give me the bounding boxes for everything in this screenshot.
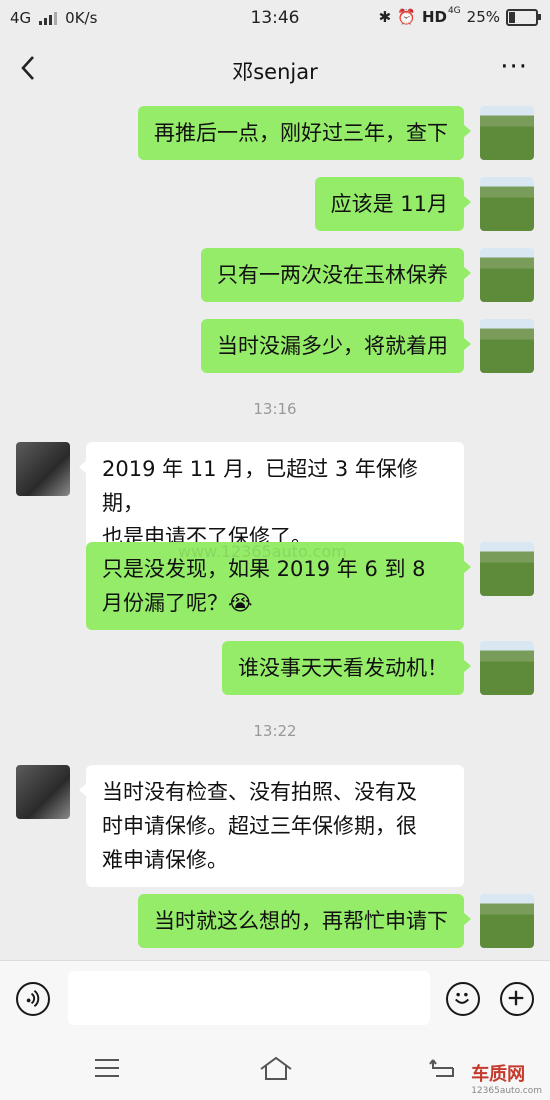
chat-header: 邓senjar ··· [0,36,550,102]
battery-icon [506,8,541,26]
status-right: ✱ ⏰ HD 4G 25% [378,6,541,26]
message-row: 当时就这么想的，再帮忙申请下 [0,894,550,950]
message-bubble[interactable]: 只有一两次没在玉林保养 [201,248,471,302]
message-row: 只是没发现，如果 2019 年 6 到 8 月份漏了呢？😭 www.12365a… [0,542,550,630]
message-line: 时申请保修。超过三年保修期，很 [102,814,417,838]
timestamp: 13:16 [253,400,297,418]
message-line: 当时没有检查、没有拍照、没有及 [102,780,417,804]
watermark-logo-text: 车质网 [471,1064,526,1085]
avatar[interactable] [480,894,534,948]
chat-title: 邓senjar [232,60,318,84]
avatar[interactable] [16,442,70,496]
message-row: 应该是 11月 [0,177,550,233]
plus-glyph [508,990,524,1006]
message-row: 当时没漏多少，将就着用 [0,319,550,375]
home-icon[interactable] [258,1054,294,1082]
message-row: 再推后一点，刚好过三年，查下 [0,106,550,162]
message-bubble[interactable]: 应该是 11月 [314,177,472,231]
timestamp: 13:22 [253,722,297,740]
emoji-glyph [455,992,470,1004]
message-bubble[interactable]: 当时没有检查、没有拍照、没有及 时申请保修。超过三年保修期，很 难申请保修。 [79,765,464,887]
hd-network-label: 4G [447,6,461,16]
menu-icon[interactable] [92,1054,122,1082]
battery-percent: 25% [466,8,500,26]
watermark-text: www.12365auto.com [178,542,347,561]
avatar[interactable] [480,177,534,231]
message-bubble[interactable]: 当时就这么想的，再帮忙申请下 [138,894,471,948]
battery-fill [509,11,515,23]
more-icon[interactable]: ··· [500,52,528,82]
avatar[interactable] [480,542,534,596]
avatar[interactable] [480,106,534,160]
message-row: 只有一两次没在玉林保养 [0,248,550,304]
system-nav-bar: 车质网 12365auto.com [0,1036,550,1100]
voice-glyph [26,989,40,1008]
watermark-logo: 车质网 12365auto.com [471,1060,542,1096]
plus-icon[interactable] [500,982,534,1016]
message-bubble[interactable]: 当时没漏多少，将就着用 [201,319,471,373]
status-bar: 4G 0K/s 13:46 ✱ ⏰ HD 4G 25% [0,0,550,36]
message-list[interactable]: 再推后一点，刚好过三年，查下 应该是 11月 只有一两次没在玉林保养 当时没漏多… [0,102,550,960]
hd-label: HD [421,8,447,26]
emoji-icon[interactable] [446,982,480,1016]
return-icon[interactable] [428,1054,458,1082]
voice-icon[interactable] [16,982,50,1016]
message-row: 当时没有检查、没有拍照、没有及 时申请保修。超过三年保修期，很 难申请保修。 [0,765,550,887]
bluetooth-icon: ✱ [378,8,392,26]
avatar[interactable] [480,641,534,695]
watermark-logo-url: 12365auto.com [471,1086,542,1096]
alarm-icon: ⏰ [397,8,416,26]
input-bar [0,960,550,1037]
avatar[interactable] [480,248,534,302]
message-row: 2019 年 11 月，已超过 3 年保修期， 也是申请不了保修了。 [0,442,550,564]
avatar[interactable] [16,765,70,819]
message-line: 月份漏了呢？😭 [102,591,253,615]
message-bubble[interactable]: 再推后一点，刚好过三年，查下 [138,106,471,160]
message-input[interactable] [68,971,430,1025]
message-line: 难申请保修。 [102,848,228,872]
message-row: 谁没事天天看发动机！ [0,641,550,697]
message-line: 2019 年 11 月，已超过 3 年保修期， [102,457,418,515]
message-bubble[interactable]: 谁没事天天看发动机！ [222,641,471,695]
avatar[interactable] [480,319,534,373]
